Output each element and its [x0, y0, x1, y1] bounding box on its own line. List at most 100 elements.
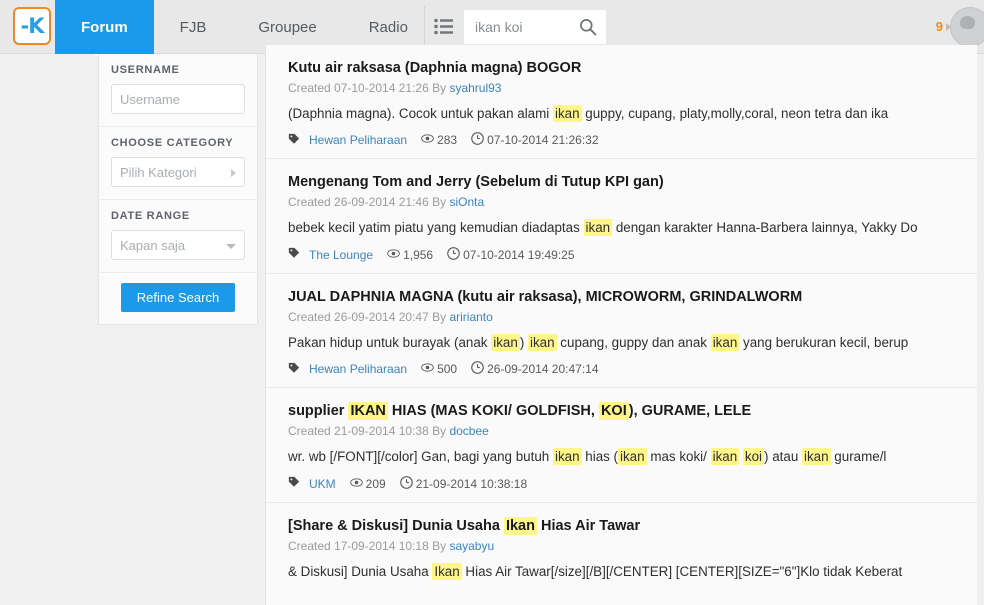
result-author-link[interactable]: aririanto	[449, 310, 492, 324]
result-timestamp: 21-09-2014 10:38:18	[399, 475, 528, 492]
search-term-highlight: ikan	[710, 448, 740, 466]
search-result-item[interactable]: supplier IKAN HIAS (MAS KOKI/ GOLDFISH, …	[266, 388, 977, 503]
clock-icon	[471, 132, 484, 148]
result-snippet-text: dengan karakter Hanna-Barbera lainnya, Y…	[612, 220, 918, 236]
category-select[interactable]: Pilih Kategori	[111, 157, 245, 187]
nav-tab-fjb[interactable]: FJB	[154, 0, 233, 54]
search-result-item[interactable]: [Share & Diskusi] Dunia Usaha Ikan Hias …	[266, 502, 977, 601]
result-views-count: 209	[365, 476, 386, 491]
result-created-text: Created 26-09-2014 21:46 By	[288, 195, 450, 210]
result-author-link[interactable]: syahrul93	[449, 81, 501, 95]
search-term-highlight: ikan	[552, 448, 582, 466]
tag-icon	[288, 362, 303, 377]
nav-tab-forum[interactable]: Forum	[55, 0, 154, 54]
search-term-highlight: ikan	[552, 105, 582, 122]
result-meta-row: UKM 209 21-09-2014 10:38:18	[288, 475, 955, 492]
result-snippet-text: gurame/l	[830, 449, 887, 465]
sidebar-section-username: USERNAME Username	[99, 54, 257, 127]
result-created-line: Created 21-09-2014 10:38 By docbee	[288, 424, 955, 438]
result-category-link[interactable]: Hewan Peliharaan	[309, 133, 407, 147]
logo-k-letter: -K	[20, 13, 45, 38]
list-icon[interactable]	[434, 18, 454, 35]
chevron-down-icon	[226, 244, 236, 249]
result-title[interactable]: Mengenang Tom and Jerry (Sebelum di Tutu…	[288, 172, 955, 192]
result-title[interactable]: Kutu air raksasa (Daphnia magna) BOGOR	[288, 58, 955, 78]
result-title-text: ), GURAME, LELE	[628, 403, 752, 420]
search-result-item[interactable]: Kutu air raksasa (Daphnia magna) BOGOR Cr…	[266, 45, 977, 160]
result-created-line: Created 26-09-2014 21:46 By siOnta	[288, 195, 955, 209]
date-range-label: DATE RANGE	[111, 210, 190, 222]
result-created-line: Created 07-10-2014 21:26 By syahrul93	[288, 81, 955, 95]
search-icon[interactable]	[579, 18, 597, 36]
result-snippet: bebek kecil yatim piatu yang kemudian di…	[288, 218, 955, 237]
eye-icon	[421, 361, 434, 377]
search-result-item[interactable]: JUAL DAPHNIA MAGNA (kutu air raksasa), M…	[266, 273, 977, 389]
result-snippet-text: bebek kecil yatim piatu yang kemudian di…	[288, 220, 584, 236]
result-created-line: Created 26-09-2014 20:47 By aririanto	[288, 310, 955, 324]
notification-count-badge[interactable]: 9	[936, 19, 943, 34]
result-snippet-text: yang berukuran kecil, berup	[739, 334, 909, 350]
result-timestamp-text: 07-10-2014 21:26:32	[487, 133, 599, 148]
result-author-link[interactable]: siOnta	[449, 195, 484, 209]
kaskus-logo[interactable]: -K	[13, 7, 51, 45]
result-title-text: JUAL DAPHNIA MAGNA (kutu air raksasa), M…	[288, 288, 803, 305]
result-snippet-text: guppy, cupang, platy,molly,coral, neon t…	[581, 106, 889, 121]
sidebar-section-date-range: DATE RANGE Kapan saja	[99, 200, 257, 273]
result-snippet: & Diskusi] Dunia Usaha Ikan Hias Air Taw…	[288, 562, 955, 581]
result-snippet-text: & Diskusi] Dunia Usaha	[288, 563, 433, 579]
result-created-text: Created 21-09-2014 10:38 By	[288, 424, 450, 439]
eye-icon	[387, 247, 400, 263]
result-title[interactable]: [Share & Diskusi] Dunia Usaha Ikan Hias …	[288, 516, 955, 536]
result-timestamp-text: 21-09-2014 10:38:18	[415, 476, 528, 491]
result-timestamp-text: 07-10-2014 19:49:25	[463, 247, 575, 262]
result-timestamp: 07-10-2014 19:49:25	[447, 247, 575, 263]
chevron-right-icon	[231, 169, 236, 177]
search-input[interactable]	[464, 11, 572, 43]
search-box[interactable]	[464, 10, 606, 44]
search-result-item[interactable]: Mengenang Tom and Jerry (Sebelum di Tutu…	[266, 159, 977, 274]
result-snippet-text: (Daphnia magna). Cocok untuk pakan alami	[288, 106, 553, 121]
username-field[interactable]: Username	[111, 84, 245, 114]
refine-search-sidebar: USERNAME Username CHOOSE CATEGORY Pilih …	[98, 54, 258, 325]
sidebar-section-actions: Refine Search	[99, 273, 257, 324]
result-snippet-text: )	[519, 334, 528, 350]
result-author-link[interactable]: sayabyu	[449, 539, 494, 553]
result-created-text: Created 07-10-2014 21:26 By	[288, 81, 450, 95]
result-snippet-text: wr. wb [/FONT][/color] Gan, bagi yang bu…	[288, 449, 553, 465]
result-title[interactable]: JUAL DAPHNIA MAGNA (kutu air raksasa), M…	[288, 287, 955, 307]
user-avatar[interactable]	[950, 7, 984, 47]
avatar-silhouette-icon	[960, 16, 975, 29]
search-term-highlight: Ikan	[503, 516, 537, 535]
result-meta-row: Hewan Peliharaan 500 26-09-2014 20:47:14	[288, 361, 955, 377]
result-category-link[interactable]: The Lounge	[309, 248, 373, 262]
search-results-list: Kutu air raksasa (Daphnia magna) BOGOR Cr…	[265, 45, 977, 605]
nav-tab-radio-label: Radio	[368, 18, 408, 36]
result-views: 500	[421, 361, 457, 377]
result-snippet-text: hias (	[581, 449, 619, 465]
result-views-count: 500	[437, 362, 458, 377]
result-author-link[interactable]: docbee	[449, 424, 488, 438]
eye-icon	[421, 132, 434, 148]
result-category-link[interactable]: Hewan Peliharaan	[309, 362, 407, 376]
result-snippet-text: ) atau	[764, 449, 802, 465]
search-term-highlight: ikan	[710, 333, 740, 351]
nav-tab-forum-label: Forum	[81, 18, 128, 36]
result-title[interactable]: supplier IKAN HIAS (MAS KOKI/ GOLDFISH, …	[288, 401, 955, 421]
tag-icon	[288, 133, 303, 148]
result-snippet-text: Hias Air Tawar[/size][/B][/CENTER] [CENT…	[461, 563, 903, 579]
result-snippet: (Daphnia magna). Cocok untuk pakan alami…	[288, 104, 955, 123]
date-range-select[interactable]: Kapan saja	[111, 230, 245, 260]
search-term-highlight: ikan	[802, 448, 831, 466]
search-term-highlight: KOI	[598, 402, 629, 421]
result-title-text: HIAS (MAS KOKI/ GOLDFISH,	[387, 403, 599, 420]
search-term-highlight: ikan	[583, 219, 613, 237]
sidebar-section-category: CHOOSE CATEGORY Pilih Kategori	[99, 127, 257, 200]
result-views: 1,956	[387, 247, 433, 263]
result-snippet-text: mas koki/	[646, 449, 711, 465]
result-snippet-text: cupang, guppy dan anak	[556, 334, 711, 350]
refine-search-button[interactable]: Refine Search	[120, 283, 236, 312]
result-views: 209	[349, 476, 386, 492]
search-term-highlight: Ikan	[432, 562, 462, 580]
result-snippet-text: Pakan hidup untuk burayak (anak	[288, 334, 492, 350]
result-category-link[interactable]: UKM	[309, 477, 336, 491]
